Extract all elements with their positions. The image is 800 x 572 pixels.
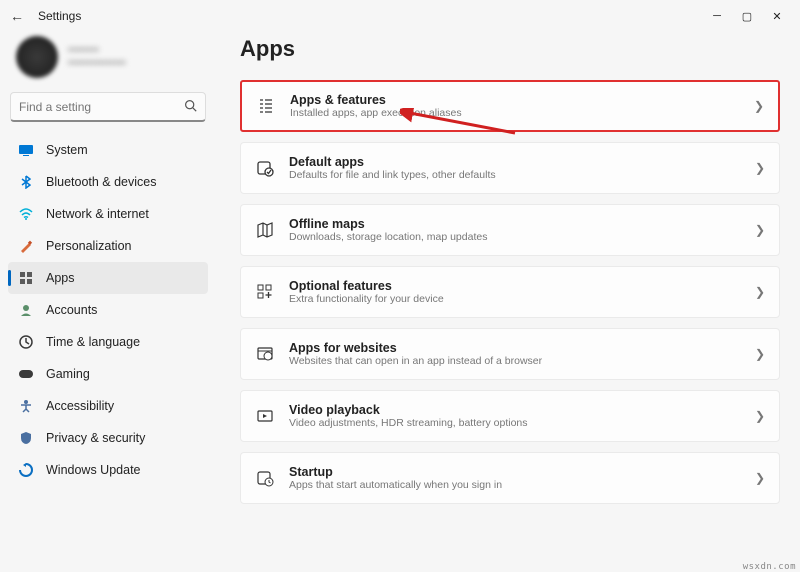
page-title: Apps: [240, 36, 780, 62]
card-title: Optional features: [289, 279, 741, 293]
sidebar-item-label: Accounts: [46, 303, 97, 317]
back-button[interactable]: ←: [8, 8, 26, 24]
apps-features-icon: [256, 96, 276, 116]
default-apps-icon: [255, 158, 275, 178]
sidebar-item-label: Network & internet: [46, 207, 149, 221]
card-offline-maps[interactable]: Offline mapsDownloads, storage location,…: [240, 204, 780, 256]
accounts-icon: [18, 302, 34, 318]
search-icon: [184, 99, 197, 115]
sidebar-item-gaming[interactable]: Gaming: [8, 358, 208, 390]
sidebar-item-update[interactable]: Windows Update: [8, 454, 208, 486]
sidebar-item-label: Bluetooth & devices: [46, 175, 157, 189]
account-name: ••••••••: [68, 44, 126, 57]
sidebar-item-personalization[interactable]: Personalization: [8, 230, 208, 262]
chevron-right-icon: ❯: [754, 99, 764, 113]
card-title: Offline maps: [289, 217, 741, 231]
sidebar-item-label: Windows Update: [46, 463, 141, 477]
card-startup[interactable]: StartupApps that start automatically whe…: [240, 452, 780, 504]
sidebar-item-apps[interactable]: Apps: [8, 262, 208, 294]
card-default-apps[interactable]: Default appsDefaults for file and link t…: [240, 142, 780, 194]
sidebar-item-accounts[interactable]: Accounts: [8, 294, 208, 326]
card-desc: Websites that can open in an app instead…: [289, 355, 741, 367]
watermark: wsxdn.com: [743, 562, 796, 572]
chevron-right-icon: ❯: [755, 409, 765, 423]
sidebar-item-label: Accessibility: [46, 399, 114, 413]
card-desc: Installed apps, app execution aliases: [290, 107, 740, 119]
sidebar-item-time[interactable]: Time & language: [8, 326, 208, 358]
sidebar-item-label: Privacy & security: [46, 431, 145, 445]
card-video-playback[interactable]: Video playbackVideo adjustments, HDR str…: [240, 390, 780, 442]
gaming-icon: [18, 366, 34, 382]
sidebar-item-bluetooth[interactable]: Bluetooth & devices: [8, 166, 208, 198]
update-icon: [18, 462, 34, 478]
card-title: Default apps: [289, 155, 741, 169]
close-button[interactable]: ✕: [762, 2, 792, 30]
sidebar-item-label: Apps: [46, 271, 75, 285]
apps-websites-icon: [255, 344, 275, 364]
chevron-right-icon: ❯: [755, 285, 765, 299]
sidebar-item-privacy[interactable]: Privacy & security: [8, 422, 208, 454]
sidebar-item-system[interactable]: System: [8, 134, 208, 166]
sidebar-item-label: Gaming: [46, 367, 90, 381]
optional-features-icon: [255, 282, 275, 302]
account-block[interactable]: •••••••• •••••••••••••••: [8, 32, 208, 92]
search-input[interactable]: [19, 100, 184, 114]
card-desc: Apps that start automatically when you s…: [289, 479, 741, 491]
card-desc: Defaults for file and link types, other …: [289, 169, 741, 181]
privacy-icon: [18, 430, 34, 446]
window-title: Settings: [38, 9, 81, 23]
card-title: Apps for websites: [289, 341, 741, 355]
time-icon: [18, 334, 34, 350]
main-panel: Apps Apps & featuresInstalled apps, app …: [216, 32, 800, 558]
chevron-right-icon: ❯: [755, 161, 765, 175]
chevron-right-icon: ❯: [755, 223, 765, 237]
video-playback-icon: [255, 406, 275, 426]
sidebar: •••••••• ••••••••••••••• System Bluetooth…: [0, 32, 216, 558]
accessibility-icon: [18, 398, 34, 414]
account-email: •••••••••••••••: [68, 57, 126, 70]
titlebar: ← Settings ─ ▢ ✕: [0, 0, 800, 32]
card-title: Startup: [289, 465, 741, 479]
card-apps-websites[interactable]: Apps for websitesWebsites that can open …: [240, 328, 780, 380]
sidebar-item-label: System: [46, 143, 88, 157]
card-desc: Downloads, storage location, map updates: [289, 231, 741, 243]
card-title: Video playback: [289, 403, 741, 417]
maximize-button[interactable]: ▢: [732, 2, 762, 30]
sidebar-item-label: Personalization: [46, 239, 131, 253]
card-desc: Extra functionality for your device: [289, 293, 741, 305]
sidebar-item-label: Time & language: [46, 335, 140, 349]
avatar: [16, 36, 58, 78]
network-icon: [18, 206, 34, 222]
chevron-right-icon: ❯: [755, 347, 765, 361]
sidebar-item-accessibility[interactable]: Accessibility: [8, 390, 208, 422]
apps-icon: [18, 270, 34, 286]
sidebar-item-network[interactable]: Network & internet: [8, 198, 208, 230]
card-apps-features[interactable]: Apps & featuresInstalled apps, app execu…: [240, 80, 780, 132]
offline-maps-icon: [255, 220, 275, 240]
search-input-wrapper[interactable]: [10, 92, 206, 122]
card-desc: Video adjustments, HDR streaming, batter…: [289, 417, 741, 429]
system-icon: [18, 142, 34, 158]
card-title: Apps & features: [290, 93, 740, 107]
personalization-icon: [18, 238, 34, 254]
card-optional-features[interactable]: Optional featuresExtra functionality for…: [240, 266, 780, 318]
minimize-button[interactable]: ─: [702, 2, 732, 30]
bluetooth-icon: [18, 174, 34, 190]
chevron-right-icon: ❯: [755, 471, 765, 485]
startup-icon: [255, 468, 275, 488]
